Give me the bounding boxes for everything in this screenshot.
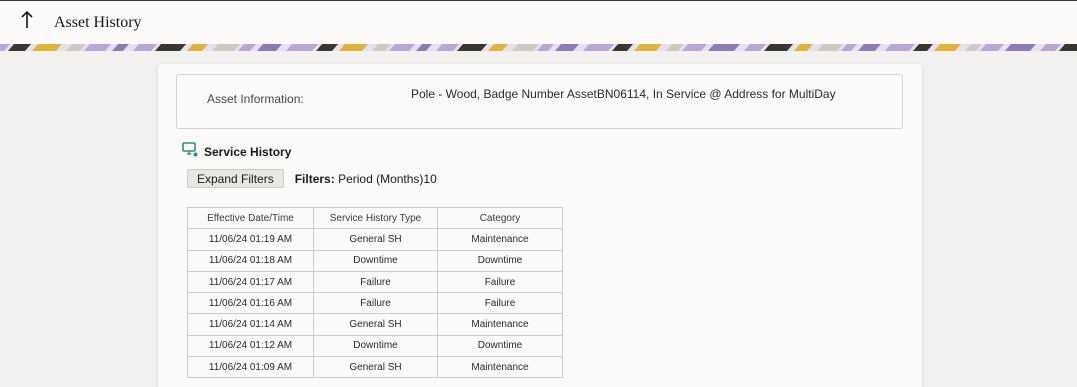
cell-service-history-type: Downtime	[313, 249, 438, 272]
cell-effective-date: 11/06/24 01:19 AM	[187, 228, 314, 251]
asset-information-value: Pole - Wood, Badge Number AssetBN06114, …	[411, 87, 836, 101]
page-title: Asset History	[54, 13, 142, 31]
service-history-table: Effective Date/Time Service History Type…	[187, 206, 563, 379]
header-bar: Asset History	[0, 0, 1077, 44]
asset-history-card: Asset Information: Pole - Wood, Badge Nu…	[158, 64, 922, 387]
table-row[interactable]: 11/06/24 01:18 AM Downtime Downtime	[187, 249, 563, 272]
cell-service-history-type: Failure	[313, 292, 438, 315]
cell-effective-date: 11/06/24 01:14 AM	[187, 313, 314, 336]
service-history-title: Service History	[204, 145, 292, 159]
cell-category: Downtime	[437, 249, 563, 272]
cell-category: Maintenance	[437, 356, 563, 379]
cell-service-history-type: Downtime	[313, 334, 438, 358]
cell-effective-date: 11/06/24 01:12 AM	[187, 334, 314, 358]
cell-service-history-type: General SH	[313, 313, 438, 336]
cell-effective-date: 11/06/24 01:16 AM	[187, 292, 314, 315]
column-header-service-history-type[interactable]: Service History Type	[313, 206, 438, 230]
cell-service-history-type: General SH	[313, 228, 438, 251]
asset-information-panel: Asset Information: Pole - Wood, Badge Nu…	[176, 74, 903, 129]
column-header-effective-date[interactable]: Effective Date/Time	[187, 206, 314, 230]
cell-service-history-type: Failure	[313, 270, 438, 294]
filters-summary: Filters: Period (Months)10	[295, 172, 437, 186]
column-header-category[interactable]: Category	[437, 206, 563, 230]
table-row[interactable]: 11/06/24 01:16 AM Failure Failure	[187, 292, 563, 315]
cell-category: Failure	[437, 292, 563, 315]
cell-effective-date: 11/06/24 01:17 AM	[187, 270, 314, 294]
table-row[interactable]: 11/06/24 01:09 AM General SH Maintenance	[187, 356, 563, 379]
filters-value: Period (Months)10	[338, 171, 437, 186]
table-row[interactable]: 11/06/24 01:19 AM General SH Maintenance	[187, 228, 563, 251]
decorative-banner	[0, 44, 1077, 51]
expand-filters-button[interactable]: Expand Filters	[187, 169, 284, 188]
cell-effective-date: 11/06/24 01:18 AM	[187, 249, 314, 272]
asset-information-label: Asset Information:	[207, 92, 304, 106]
filters-label: Filters:	[294, 171, 335, 186]
cell-service-history-type: General SH	[313, 356, 438, 379]
table-row[interactable]: 11/06/24 01:17 AM Failure Failure	[187, 270, 563, 294]
table-row[interactable]: 11/06/24 01:14 AM General SH Maintenance	[187, 313, 563, 336]
table-row[interactable]: 11/06/24 01:12 AM Downtime Downtime	[187, 334, 563, 358]
cell-category: Maintenance	[437, 228, 563, 251]
filter-row: Expand Filters Filters: Period (Months)1…	[187, 169, 437, 188]
cell-category: Maintenance	[437, 313, 563, 336]
cell-category: Downtime	[437, 334, 563, 358]
cell-effective-date: 11/06/24 01:09 AM	[187, 356, 314, 379]
table-header-row: Effective Date/Time Service History Type…	[187, 206, 563, 230]
cell-category: Failure	[437, 270, 563, 294]
service-history-header: Service History	[182, 142, 291, 162]
monitor-icon	[182, 142, 204, 162]
arrow-up-icon	[20, 10, 34, 34]
back-button[interactable]	[0, 1, 54, 45]
